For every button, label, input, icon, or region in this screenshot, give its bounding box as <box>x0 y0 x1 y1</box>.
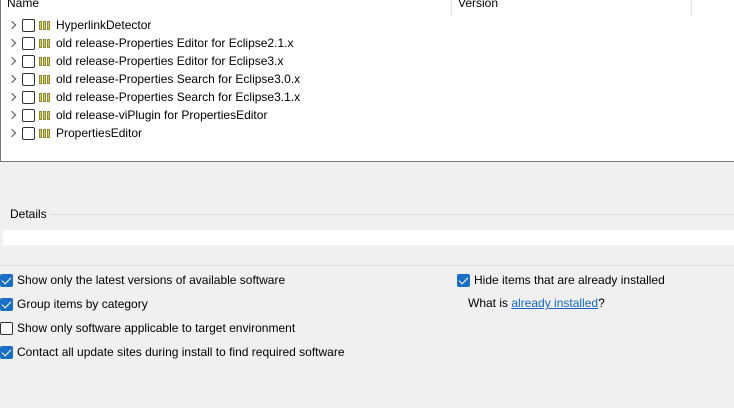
hide-installed-option[interactable]: Hide items that are already installed <box>457 272 665 288</box>
tree-row-label: HyperlinkDetector <box>56 18 152 32</box>
what-is-prefix: What is <box>468 296 512 310</box>
details-text <box>3 230 734 245</box>
contact-sites-checkbox[interactable] <box>0 345 13 359</box>
chevron-right-icon[interactable] <box>8 38 18 48</box>
group-by-category-option[interactable]: Group items by category <box>0 296 148 312</box>
column-header-version[interactable]: Version <box>458 0 498 14</box>
chevron-right-icon[interactable] <box>8 20 18 30</box>
chevron-right-icon[interactable] <box>8 56 18 66</box>
row-checkbox[interactable] <box>22 54 35 68</box>
tree-row-label: old release-Properties Editor for Eclips… <box>56 36 294 50</box>
group-by-category-checkbox[interactable] <box>0 297 13 311</box>
package-icon <box>39 128 50 138</box>
row-checkbox[interactable] <box>22 126 35 140</box>
chevron-right-icon[interactable] <box>8 128 18 138</box>
tree-row[interactable]: HyperlinkDetector <box>1 16 451 34</box>
column-separator[interactable] <box>691 0 692 16</box>
chevron-right-icon[interactable] <box>8 74 18 84</box>
tree-row-label: old release-Properties Search for Eclips… <box>56 90 301 104</box>
tree-row[interactable]: old release-viPlugin for PropertiesEdito… <box>1 106 451 124</box>
row-checkbox[interactable] <box>22 36 35 50</box>
row-checkbox[interactable] <box>22 90 35 104</box>
package-icon <box>39 56 50 66</box>
chevron-right-icon[interactable] <box>8 110 18 120</box>
latest-versions-label[interactable]: Show only the latest versions of availab… <box>17 273 285 287</box>
tree-row-label: PropertiesEditor <box>56 126 143 140</box>
software-tree: Name Version HyperlinkDetector old relea… <box>0 0 734 162</box>
tree-row[interactable]: old release-Properties Editor for Eclips… <box>1 34 451 52</box>
package-icon <box>39 92 50 102</box>
already-installed-link[interactable]: already installed <box>511 296 598 310</box>
target-env-label[interactable]: Show only software applicable to target … <box>17 321 295 335</box>
chevron-right-icon[interactable] <box>8 92 18 102</box>
section-divider <box>0 265 734 266</box>
tree-row-label: old release-viPlugin for PropertiesEdito… <box>56 108 268 122</box>
latest-versions-option[interactable]: Show only the latest versions of availab… <box>0 272 285 288</box>
latest-versions-checkbox[interactable] <box>0 273 13 287</box>
tree-row[interactable]: old release-Properties Search for Eclips… <box>1 70 451 88</box>
hide-installed-checkbox[interactable] <box>457 273 470 287</box>
what-is-installed: What is already installed? <box>468 296 605 310</box>
tree-row-label: old release-Properties Search for Eclips… <box>56 72 301 86</box>
package-icon <box>39 74 50 84</box>
hide-installed-label[interactable]: Hide items that are already installed <box>474 273 665 287</box>
tree-row-label: old release-Properties Editor for Eclips… <box>56 54 284 68</box>
tree-row[interactable]: PropertiesEditor <box>1 124 451 142</box>
details-divider <box>50 214 734 215</box>
row-checkbox[interactable] <box>22 108 35 122</box>
details-title: Details <box>10 207 47 221</box>
row-checkbox[interactable] <box>22 72 35 86</box>
column-separator[interactable] <box>451 0 452 16</box>
column-header-name[interactable]: Name <box>7 0 39 14</box>
target-env-option[interactable]: Show only software applicable to target … <box>0 320 295 336</box>
tree-row[interactable]: old release-Properties Editor for Eclips… <box>1 52 451 70</box>
row-checkbox[interactable] <box>22 18 35 32</box>
package-icon <box>39 20 50 30</box>
tree-row[interactable]: old release-Properties Search for Eclips… <box>1 88 451 106</box>
group-by-category-label[interactable]: Group items by category <box>17 297 148 311</box>
what-is-suffix: ? <box>598 296 605 310</box>
package-icon <box>39 38 50 48</box>
contact-sites-option[interactable]: Contact all update sites during install … <box>0 344 345 360</box>
target-env-checkbox[interactable] <box>0 321 13 335</box>
contact-sites-label[interactable]: Contact all update sites during install … <box>17 345 345 359</box>
package-icon <box>39 110 50 120</box>
